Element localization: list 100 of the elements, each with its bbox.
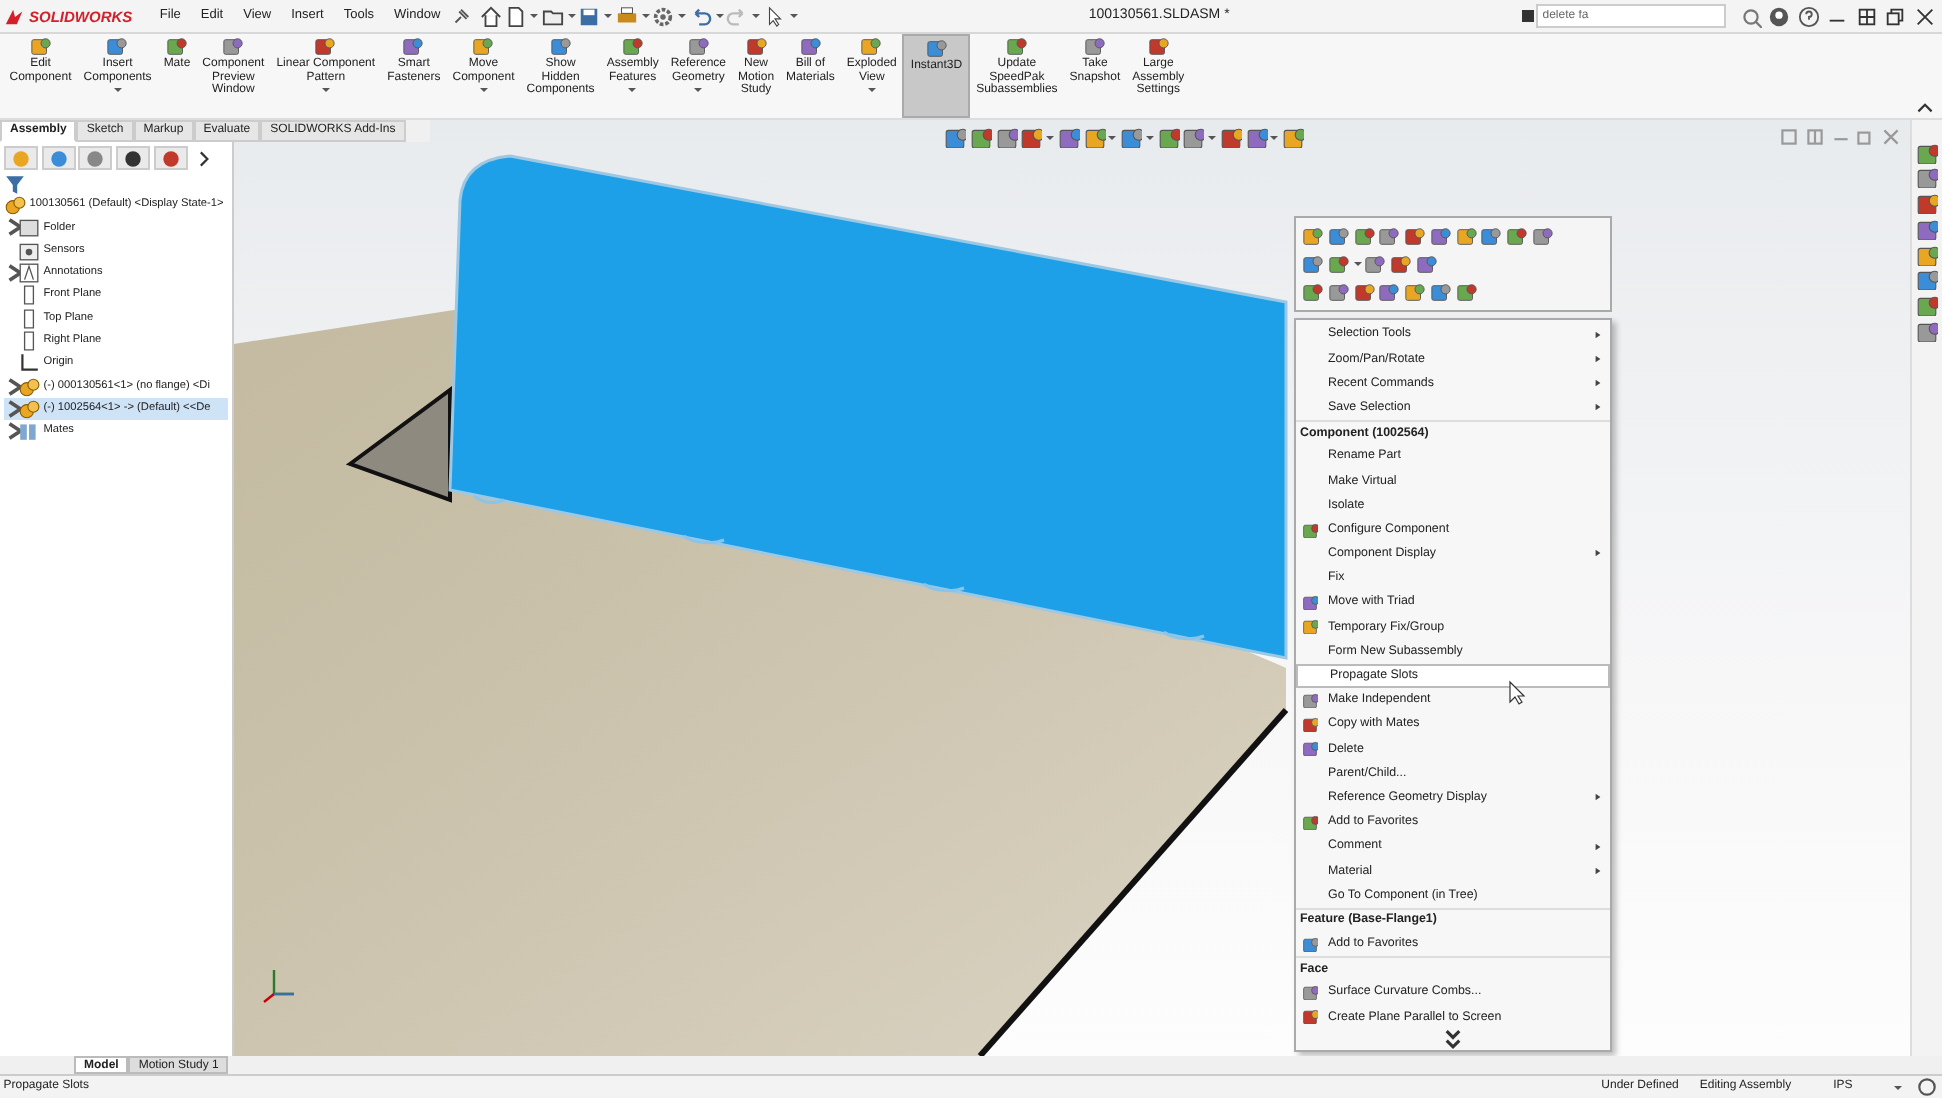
view-tool-icon[interactable] (1219, 126, 1242, 148)
tool-icon (549, 36, 572, 58)
context-tool-icon[interactable] (1378, 225, 1401, 247)
view-tool-icon[interactable] (944, 126, 966, 148)
user-icon[interactable] (1768, 5, 1790, 27)
view-tool-icon[interactable] (1120, 126, 1142, 148)
tool-icon (29, 36, 52, 58)
tool-icon (925, 38, 948, 60)
view-tool-icon[interactable] (1020, 126, 1043, 148)
context-tool-icon[interactable] (1378, 281, 1401, 303)
task-pane-icon[interactable] (1916, 217, 1938, 240)
folder-icon[interactable] (541, 5, 564, 27)
pin-icon[interactable] (450, 5, 473, 27)
context-tool-icon[interactable] (1302, 281, 1324, 303)
view-tool-icon[interactable] (1282, 126, 1304, 148)
context-tool-icon[interactable] (1302, 253, 1324, 275)
status-icon (1916, 1076, 1939, 1098)
caret-icon[interactable] (1894, 1085, 1903, 1089)
save-icon[interactable] (578, 5, 601, 27)
caret-icon[interactable] (113, 88, 122, 93)
context-tool-icon[interactable] (1327, 253, 1350, 275)
panel-tab-icon (159, 147, 182, 169)
filter-icon[interactable] (3, 174, 26, 196)
part-icon (17, 397, 40, 420)
task-pane-icon[interactable] (1916, 166, 1938, 189)
help-icon[interactable] (1797, 5, 1819, 27)
caret-icon[interactable] (1270, 135, 1279, 139)
context-tool-icon[interactable] (1531, 225, 1554, 247)
task-pane-icon[interactable] (1916, 192, 1938, 214)
tool-icon (860, 36, 883, 58)
cursor-icon[interactable] (763, 5, 786, 27)
tile-windows-icon[interactable] (1855, 5, 1877, 27)
tool-icon (1083, 36, 1106, 58)
caret-icon[interactable] (530, 14, 539, 18)
view-tool-icon[interactable] (1245, 126, 1267, 148)
close-icon[interactable] (1913, 5, 1935, 27)
caret-icon[interactable] (678, 14, 687, 18)
context-tool-icon[interactable] (1353, 225, 1375, 247)
context-tool-icon[interactable] (1429, 225, 1452, 247)
caret-icon[interactable] (752, 14, 761, 18)
tool-icon (222, 36, 245, 58)
view-tool-icon[interactable] (1083, 126, 1105, 148)
caret-icon[interactable] (867, 88, 876, 93)
caret-icon[interactable] (1145, 135, 1154, 139)
context-tool-icon[interactable] (1455, 281, 1477, 303)
caret-icon[interactable] (789, 14, 798, 18)
context-tool-icon[interactable] (1390, 253, 1412, 275)
document-icon[interactable] (504, 5, 527, 27)
home-icon[interactable] (479, 5, 502, 27)
context-tool-icon[interactable] (1364, 253, 1387, 275)
view-tool-icon[interactable] (1182, 126, 1205, 148)
task-pane-icon[interactable] (1916, 141, 1938, 163)
caret-icon[interactable] (479, 88, 488, 93)
view-tool-icon[interactable] (1057, 126, 1080, 148)
view-tool-icon[interactable] (995, 126, 1017, 148)
context-tool-icon[interactable] (1480, 225, 1503, 247)
printer-icon[interactable] (615, 5, 638, 27)
context-tool-icon[interactable] (1404, 281, 1426, 303)
search-icon[interactable] (1739, 5, 1761, 27)
context-tool-icon[interactable] (1353, 281, 1375, 303)
tool-icon (106, 36, 129, 58)
restore-icon[interactable] (1884, 5, 1906, 27)
panel-tab[interactable] (153, 146, 188, 170)
caret-icon[interactable] (715, 14, 724, 18)
context-tool-icon[interactable] (1327, 281, 1350, 303)
mouse-pointer-icon (1508, 680, 1526, 706)
folder-icon (17, 216, 40, 239)
caret-icon[interactable] (694, 88, 703, 93)
caret-icon[interactable] (641, 14, 650, 18)
caret-icon[interactable] (1208, 135, 1216, 139)
context-tool-icon[interactable] (1327, 225, 1350, 247)
origin-icon (17, 352, 40, 375)
triad-icon (263, 970, 294, 1003)
caret-icon[interactable] (1353, 262, 1361, 266)
caret-icon[interactable] (1108, 135, 1117, 139)
context-tool-icon[interactable] (1415, 253, 1438, 275)
caret-icon[interactable] (604, 14, 613, 18)
task-pane-icon[interactable] (1916, 294, 1938, 316)
expand-menu-icon[interactable] (1442, 1027, 1464, 1050)
caret-icon[interactable] (567, 14, 576, 18)
caret-icon[interactable] (321, 88, 330, 93)
context-tool-icon[interactable] (1404, 225, 1426, 247)
context-tool-icon[interactable] (1429, 281, 1452, 303)
sensor-icon (17, 239, 40, 262)
panel-tab-icon (9, 147, 32, 169)
task-pane-icon[interactable] (1916, 268, 1938, 291)
view-tool-icon[interactable] (1157, 126, 1179, 148)
task-pane-icon[interactable] (1916, 243, 1938, 265)
gear-icon[interactable] (652, 5, 675, 27)
caret-icon[interactable] (1046, 135, 1054, 139)
tool-icon (1147, 36, 1170, 58)
tool-icon (799, 36, 822, 58)
context-tool-icon[interactable] (1455, 225, 1477, 247)
view-tool-icon[interactable] (969, 126, 992, 148)
panel-tab[interactable] (116, 146, 150, 170)
context-tool-icon[interactable] (1506, 225, 1528, 247)
undo-icon[interactable] (689, 5, 712, 27)
task-pane-icon[interactable] (1916, 319, 1938, 342)
context-tool-icon[interactable] (1302, 225, 1324, 247)
caret-icon[interactable] (628, 88, 637, 93)
